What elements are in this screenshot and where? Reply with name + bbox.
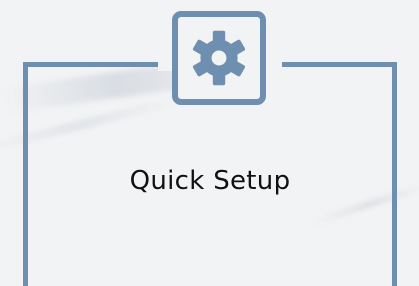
card-title: Quick Setup bbox=[129, 166, 291, 196]
quick-setup-icon-box[interactable] bbox=[172, 11, 266, 105]
gear-icon bbox=[192, 30, 246, 86]
